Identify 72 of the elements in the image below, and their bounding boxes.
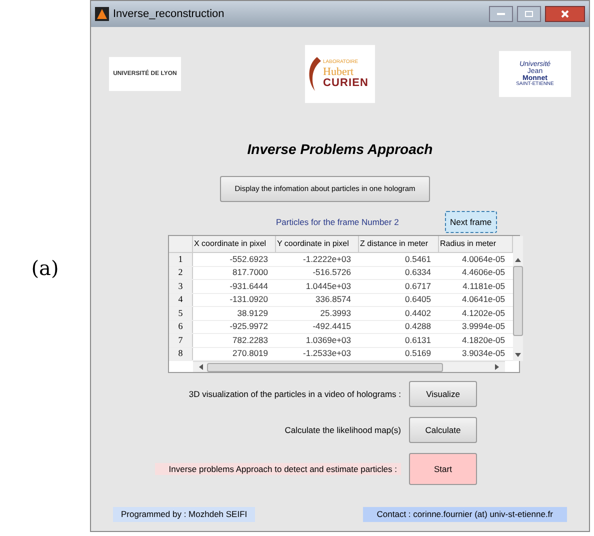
scroll-thumb[interactable]	[207, 362, 443, 372]
row-header: 6	[169, 320, 193, 333]
table-cell-text: 336.8574	[314, 294, 352, 306]
table-cell-text: -492.4415	[312, 320, 352, 333]
table-cell-text: -1.2533e+03	[302, 348, 352, 360]
table-cell-text: -516.5726	[312, 266, 352, 279]
table-cell-text: 1.0445e+03	[304, 280, 352, 292]
action-button[interactable]: Start	[409, 453, 477, 485]
table-cell-text: -931.6444	[228, 280, 269, 292]
action-button[interactable]: Calculate	[409, 417, 477, 443]
table-cell-text: -925.9972	[228, 320, 269, 333]
row-header: 1	[169, 253, 193, 266]
table-cell-text: 4.4606e-05	[460, 266, 506, 279]
right-arrow-icon	[495, 364, 499, 370]
table-cell-text: 3.9034e-05	[460, 348, 506, 360]
table-cell-text: 1.0369e+03	[304, 334, 352, 346]
logo-text: Hubert	[323, 66, 354, 78]
column-header: X coordinate in pixel	[193, 236, 276, 252]
table-cell-text: 4.1181e-05	[462, 280, 506, 292]
row-header: 7	[169, 334, 193, 346]
horizontal-scrollbar[interactable]	[193, 361, 505, 372]
table-cell-text: 0.5461	[404, 253, 432, 266]
row-header: 3	[169, 280, 193, 292]
table-cell-text: -1.2222e+03	[302, 253, 352, 266]
action-label: Inverse problems Approach to detect and estimate particles :	[154, 462, 401, 476]
table-cell-text: 4.1820e-05	[460, 334, 506, 346]
table-cell-text: 4.0064e-05	[460, 253, 506, 266]
close-icon	[561, 10, 569, 18]
table-cell-text: -131.0920	[228, 294, 269, 306]
row-header: 2	[169, 266, 193, 279]
contact-label: Contact : corinne.fournier (at) univ-st-etienne.fr	[362, 507, 567, 522]
column-header: Z distance in meter	[359, 236, 439, 252]
table-cell-text: 0.5169	[404, 348, 432, 360]
heading: Inverse Problems Approach	[247, 140, 433, 159]
window-title: Inverse_reconstruction	[113, 6, 224, 22]
table-cell-text: 817.7000	[232, 266, 269, 279]
table-cell-text: -552.6923	[228, 253, 269, 266]
table-cell-text: 38.9129	[236, 307, 269, 320]
table-cell-text: 782.2283	[232, 334, 269, 346]
down-arrow-icon	[515, 353, 521, 357]
table-cell-text: 3.9994e-05	[460, 320, 506, 333]
row-header: 8	[169, 348, 193, 360]
vertical-scrollbar[interactable]	[513, 236, 523, 361]
up-arrow-icon	[515, 258, 521, 262]
action-button[interactable]: Visualize	[409, 381, 477, 407]
next-frame-button[interactable]: Next frame	[444, 211, 497, 233]
scroll-thumb[interactable]	[513, 266, 523, 336]
maximize-button[interactable]	[517, 6, 541, 22]
row-header: 4	[169, 294, 193, 306]
left-arrow-icon	[199, 364, 203, 370]
author-label: Programmed by : Mozhdeh SEIFI	[113, 507, 256, 522]
table-cell-text: 0.6334	[404, 266, 432, 279]
table-cell-text: 0.4402	[404, 307, 432, 320]
table-cell-text: 270.8019	[232, 348, 269, 360]
table-cell-text: 0.6717	[404, 280, 432, 292]
row-header: 5	[169, 307, 193, 320]
frame-label: Particles for the frame Number 2	[276, 216, 399, 228]
close-button[interactable]	[545, 6, 585, 22]
minimize-button[interactable]	[489, 6, 513, 22]
action-label: Calculate the likelihood map(s)	[284, 424, 401, 436]
app-icon	[95, 7, 109, 21]
table-cell-text: 4.0641e-05	[460, 294, 506, 306]
table-cell-text: 0.6131	[404, 334, 432, 346]
flame-icon	[307, 57, 321, 91]
table-cell-text: 0.4288	[404, 320, 432, 333]
table-cell-text: 25.3993	[319, 307, 352, 320]
table-cell-text: 4.1202e-05	[460, 307, 506, 320]
column-header: Y coordinate in pixel	[276, 236, 359, 252]
figure-label: (a)	[31, 255, 59, 282]
table-cell-text: 0.6405	[404, 294, 432, 306]
action-label: 3D visualization of the particles in a video of holograms :	[188, 388, 401, 400]
logo-text: CURIEN	[323, 78, 368, 89]
